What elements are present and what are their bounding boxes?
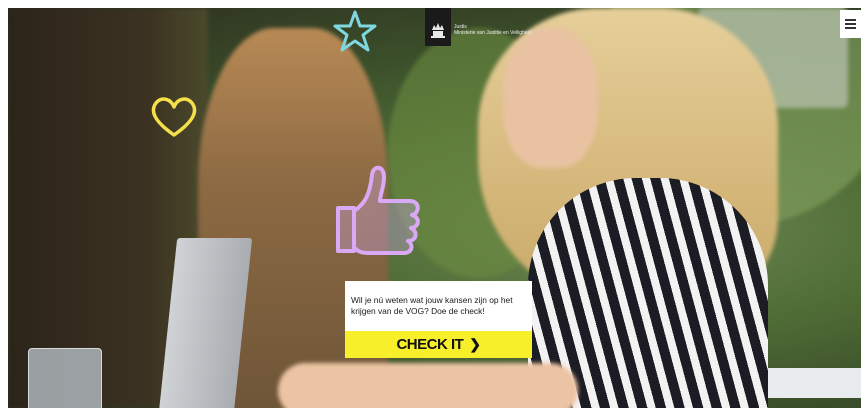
cta-card: Wil je nú weten wat jouw kansen zijn op … (345, 281, 532, 358)
page: Justis Ministerie van Justitie en Veilig… (0, 0, 861, 408)
cta-text: Wil je nú weten wat jouw kansen zijn op … (351, 295, 513, 316)
heart-doodle-icon (151, 97, 197, 137)
star-doodle-icon (333, 10, 377, 52)
crown-emblem-icon (425, 8, 451, 46)
check-it-label: CHECK IT (396, 336, 464, 353)
cta-text-box: Wil je nú weten wat jouw kansen zijn op … (345, 281, 532, 331)
check-it-button[interactable]: CHECK IT ❯ (345, 331, 532, 358)
logo-line2: Ministerie van Justitie en Veiligheid (454, 30, 532, 36)
chevron-right-icon: ❯ (469, 336, 481, 352)
logo-text: Justis Ministerie van Justitie en Veilig… (454, 24, 564, 36)
thumbs-up-doodle-icon (336, 165, 420, 255)
menu-button[interactable] (840, 10, 861, 38)
glass (28, 348, 102, 408)
